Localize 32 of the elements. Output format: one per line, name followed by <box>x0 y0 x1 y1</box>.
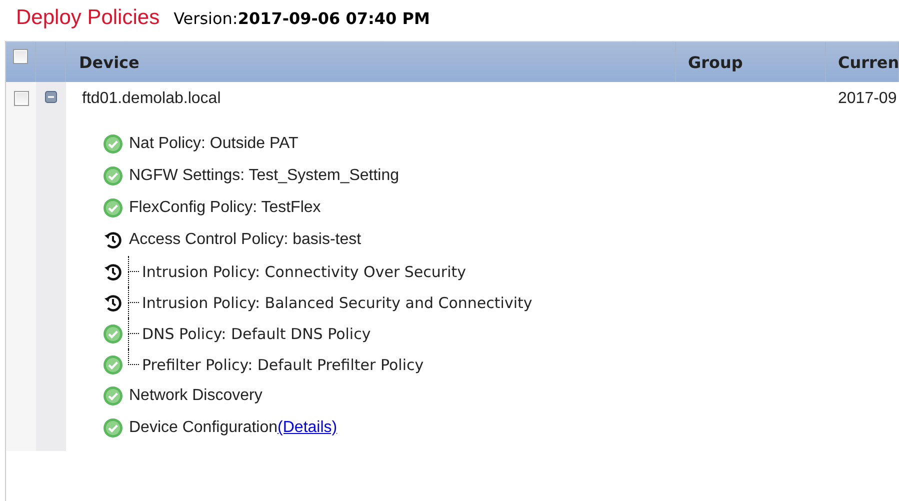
policy-label: Intrusion Policy: Balanced Security and Connectivity <box>142 294 532 312</box>
policy-label: Intrusion Policy: Connectivity Over Security <box>142 262 466 280</box>
policy-label: FlexConfig Policy: TestFlex <box>129 199 321 217</box>
history-icon <box>103 292 123 312</box>
policy-label: Access Control Policy: basis-test <box>129 231 362 249</box>
history-icon <box>103 262 123 282</box>
page-title: Deploy Policies <box>16 6 160 30</box>
select-all-checkbox[interactable] <box>13 49 28 64</box>
policy-label: Prefilter Policy: Default Prefilter Policy <box>142 356 424 374</box>
collapse-icon[interactable] <box>45 91 57 103</box>
history-icon <box>103 230 123 250</box>
column-header[interactable]: Curren <box>838 52 898 72</box>
policy-label: DNS Policy: Default DNS Policy <box>142 324 371 342</box>
row-checkbox[interactable] <box>14 91 28 106</box>
check-icon <box>103 166 123 186</box>
check-icon <box>103 386 123 406</box>
version-label: Version: <box>174 9 238 28</box>
version-value: 2017-09-06 07:40 PM <box>238 9 430 28</box>
policy-label: Network Discovery <box>129 387 262 405</box>
policy-label: Nat Policy: Outside PAT <box>129 135 298 153</box>
check-icon <box>103 418 123 438</box>
device-name: ftd01.demolab.local <box>81 90 222 109</box>
check-icon <box>103 324 123 344</box>
column-header[interactable]: Group <box>688 52 743 72</box>
policy-label: Device Configuration <box>129 419 278 437</box>
check-icon <box>103 134 123 154</box>
check-icon <box>103 198 123 218</box>
check-icon <box>103 354 123 374</box>
policy-label: NGFW Settings: Test_System_Setting <box>129 167 400 185</box>
current-version-cell: 2017-09 <box>838 90 897 107</box>
column-header[interactable]: Device <box>79 52 140 72</box>
details-link[interactable]: (Details) <box>278 419 338 437</box>
